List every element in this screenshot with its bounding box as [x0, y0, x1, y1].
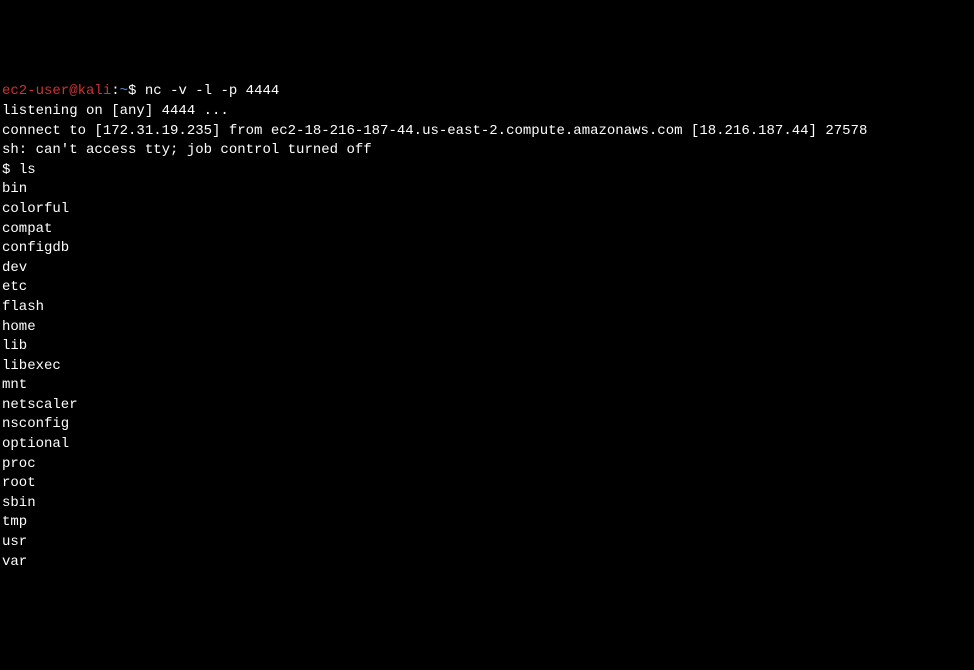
command-nc: nc -v -l -p 4444	[145, 83, 279, 99]
ls-item: mnt	[2, 376, 972, 396]
ls-item: optional	[2, 435, 972, 455]
ls-item: bin	[2, 180, 972, 200]
ls-item: nsconfig	[2, 415, 972, 435]
prompt-tilde: ~	[120, 83, 128, 99]
prompt-line-2: $ ls	[2, 162, 36, 178]
prompt-user: ec2-user	[2, 83, 69, 99]
ls-item: flash	[2, 298, 972, 318]
output-shell-msg: sh: can't access tty; job control turned…	[2, 141, 972, 161]
prompt-line-1: ec2-user@kali:~$ nc -v -l -p 4444	[2, 83, 279, 99]
ls-item: colorful	[2, 200, 972, 220]
output-connect: connect to [172.31.19.235] from ec2-18-2…	[2, 122, 972, 142]
ls-item: dev	[2, 259, 972, 279]
command-ls: ls	[19, 162, 36, 178]
ls-item: proc	[2, 455, 972, 475]
shell-prompt: $	[2, 162, 19, 178]
ls-item: etc	[2, 278, 972, 298]
ls-item: compat	[2, 220, 972, 240]
prompt-host: kali	[78, 83, 112, 99]
ls-item: configdb	[2, 239, 972, 259]
ls-item: lib	[2, 337, 972, 357]
prompt-dollar: $	[128, 83, 145, 99]
ls-item: root	[2, 474, 972, 494]
ls-item: var	[2, 553, 972, 573]
ls-item: netscaler	[2, 396, 972, 416]
ls-item: usr	[2, 533, 972, 553]
prompt-at: @	[69, 83, 77, 99]
ls-item: libexec	[2, 357, 972, 377]
prompt-colon: :	[111, 83, 119, 99]
terminal[interactable]: ec2-user@kali:~$ nc -v -l -p 4444 listen…	[2, 82, 972, 572]
ls-item: tmp	[2, 513, 972, 533]
output-listening: listening on [any] 4444 ...	[2, 102, 972, 122]
ls-item: home	[2, 318, 972, 338]
